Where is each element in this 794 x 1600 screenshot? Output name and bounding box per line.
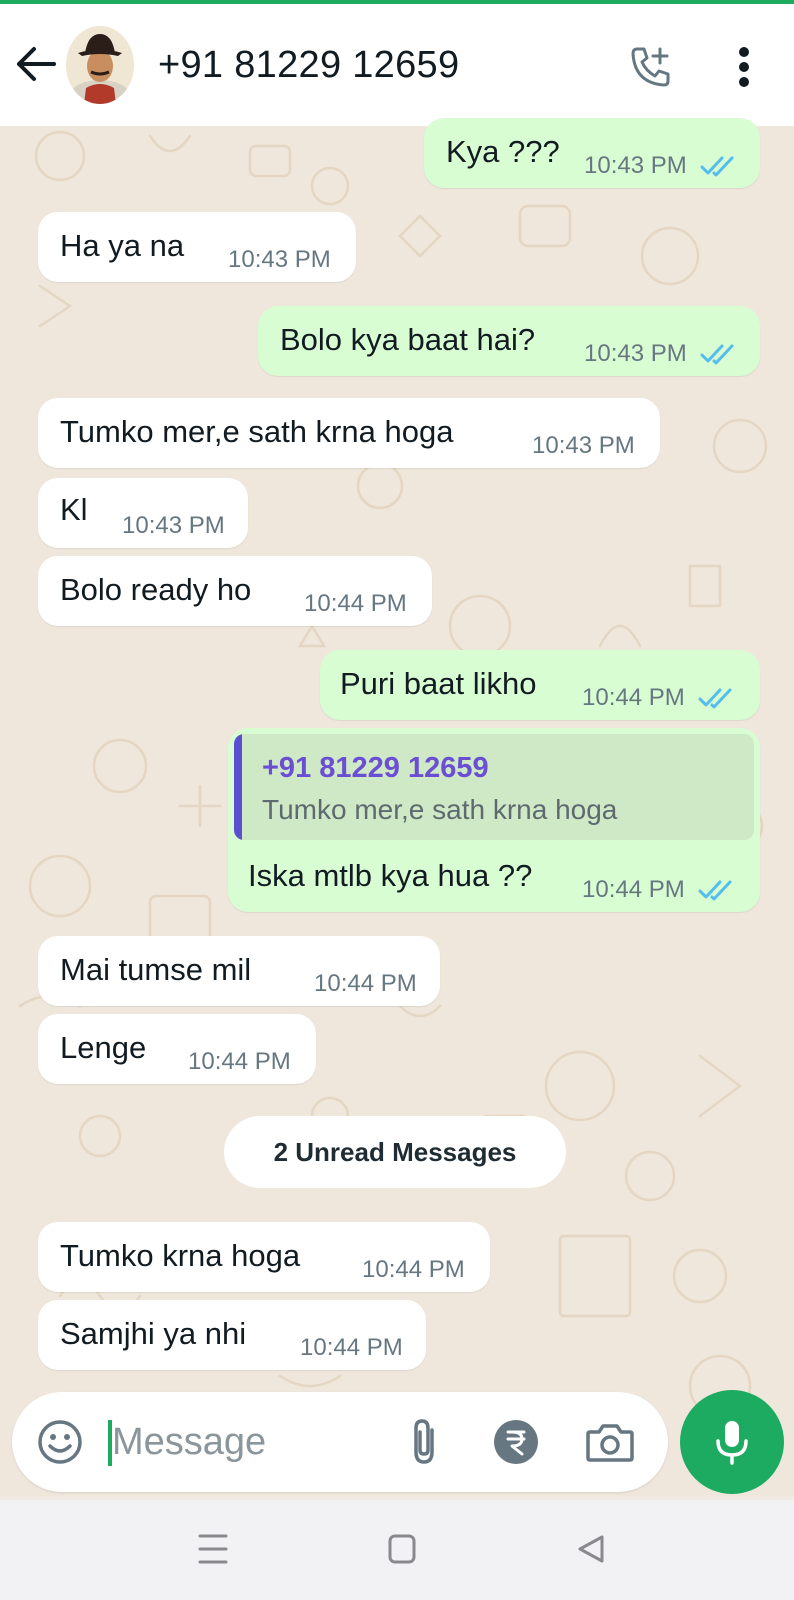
message-text: Tumko krna hoga (60, 1238, 301, 1273)
message-bubble-incoming[interactable]: Ha ya na 10:43 PM (38, 212, 356, 282)
message-time: 10:44 PM (304, 590, 407, 617)
more-vert-icon[interactable] (724, 42, 764, 92)
message-bubble-incoming[interactable]: Mai tumse mil 10:44 PM (38, 936, 440, 1006)
message-text: Ha ya na (60, 228, 185, 263)
quoted-text: Tumko mer,e sath krna hoga (262, 794, 618, 825)
unread-messages-banner: 2 Unread Messages (224, 1116, 566, 1188)
message-composer[interactable] (12, 1392, 668, 1492)
add-call-icon[interactable] (626, 42, 676, 92)
mic-icon (716, 1421, 748, 1465)
mic-button[interactable] (680, 1390, 784, 1494)
message-bubble-incoming[interactable]: Kl 10:43 PM (38, 478, 248, 548)
message-text: Mai tumse mil (60, 952, 252, 987)
message-bubble-incoming[interactable]: Tumko krna hoga 10:44 PM (38, 1222, 490, 1292)
quoted-message[interactable]: +91 81229 12659 Tumko mer,e sath krna ho… (234, 734, 754, 840)
camera-icon[interactable] (584, 1418, 636, 1466)
message-text: Kya ??? (446, 134, 560, 169)
message-bubble-outgoing[interactable]: Kya ??? 10:43 PM (424, 118, 760, 188)
message-bubble-outgoing[interactable]: Bolo kya baat hai? 10:43 PM (258, 306, 760, 376)
message-time: 10:43 PM (584, 340, 687, 367)
back-arrow-icon[interactable] (14, 42, 58, 86)
chat-header: +91 81229 12659 (0, 4, 794, 126)
message-time: 10:43 PM (122, 512, 225, 539)
message-text: Puri baat likho (340, 666, 537, 701)
emoji-icon[interactable] (36, 1418, 84, 1466)
quote-accent-bar (234, 734, 242, 840)
message-time: 10:44 PM (362, 1256, 465, 1283)
message-time: 10:44 PM (582, 876, 685, 903)
message-bubble-incoming[interactable]: Bolo ready ho 10:44 PM (38, 556, 432, 626)
avatar[interactable] (66, 26, 134, 104)
message-bubble-outgoing-reply[interactable]: +91 81229 12659 Tumko mer,e sath krna ho… (228, 728, 760, 912)
contact-name[interactable]: +91 81229 12659 (158, 44, 459, 87)
message-bubble-incoming[interactable]: Lenge 10:44 PM (38, 1014, 316, 1084)
message-text: Tumko mer,e sath krna hoga (60, 414, 454, 449)
double-check-icon (700, 156, 734, 177)
message-input[interactable] (112, 1414, 362, 1470)
message-text: Samjhi ya nhi (60, 1316, 247, 1351)
message-text: Bolo kya baat hai? (280, 322, 536, 357)
nav-home-icon[interactable] (388, 1534, 416, 1564)
message-time: 10:44 PM (582, 684, 685, 711)
rupee-payment-icon[interactable] (492, 1418, 540, 1466)
message-time: 10:43 PM (228, 246, 331, 273)
message-time: 10:43 PM (532, 432, 635, 459)
message-time: 10:44 PM (314, 970, 417, 997)
attach-icon[interactable] (402, 1416, 446, 1468)
double-check-icon (698, 688, 732, 709)
double-check-icon (698, 880, 732, 901)
message-bubble-outgoing[interactable]: Puri baat likho 10:44 PM (320, 650, 760, 720)
message-time: 10:44 PM (300, 1334, 403, 1361)
nav-menu-icon[interactable] (198, 1532, 228, 1566)
message-bubble-incoming[interactable]: Tumko mer,e sath krna hoga 10:43 PM (38, 398, 660, 468)
double-check-icon (700, 344, 734, 365)
message-text: Bolo ready ho (60, 572, 252, 607)
message-bubble-incoming[interactable]: Samjhi ya nhi 10:44 PM (38, 1300, 426, 1370)
message-time: 10:44 PM (188, 1048, 291, 1075)
system-nav-bar (0, 1500, 794, 1600)
message-text: Lenge (60, 1030, 147, 1065)
message-text: Kl (60, 492, 88, 527)
quoted-sender: +91 81229 12659 (262, 752, 489, 784)
nav-back-icon[interactable] (576, 1534, 606, 1564)
message-time: 10:43 PM (584, 152, 687, 179)
message-text: Iska mtlb kya hua ?? (248, 858, 533, 893)
